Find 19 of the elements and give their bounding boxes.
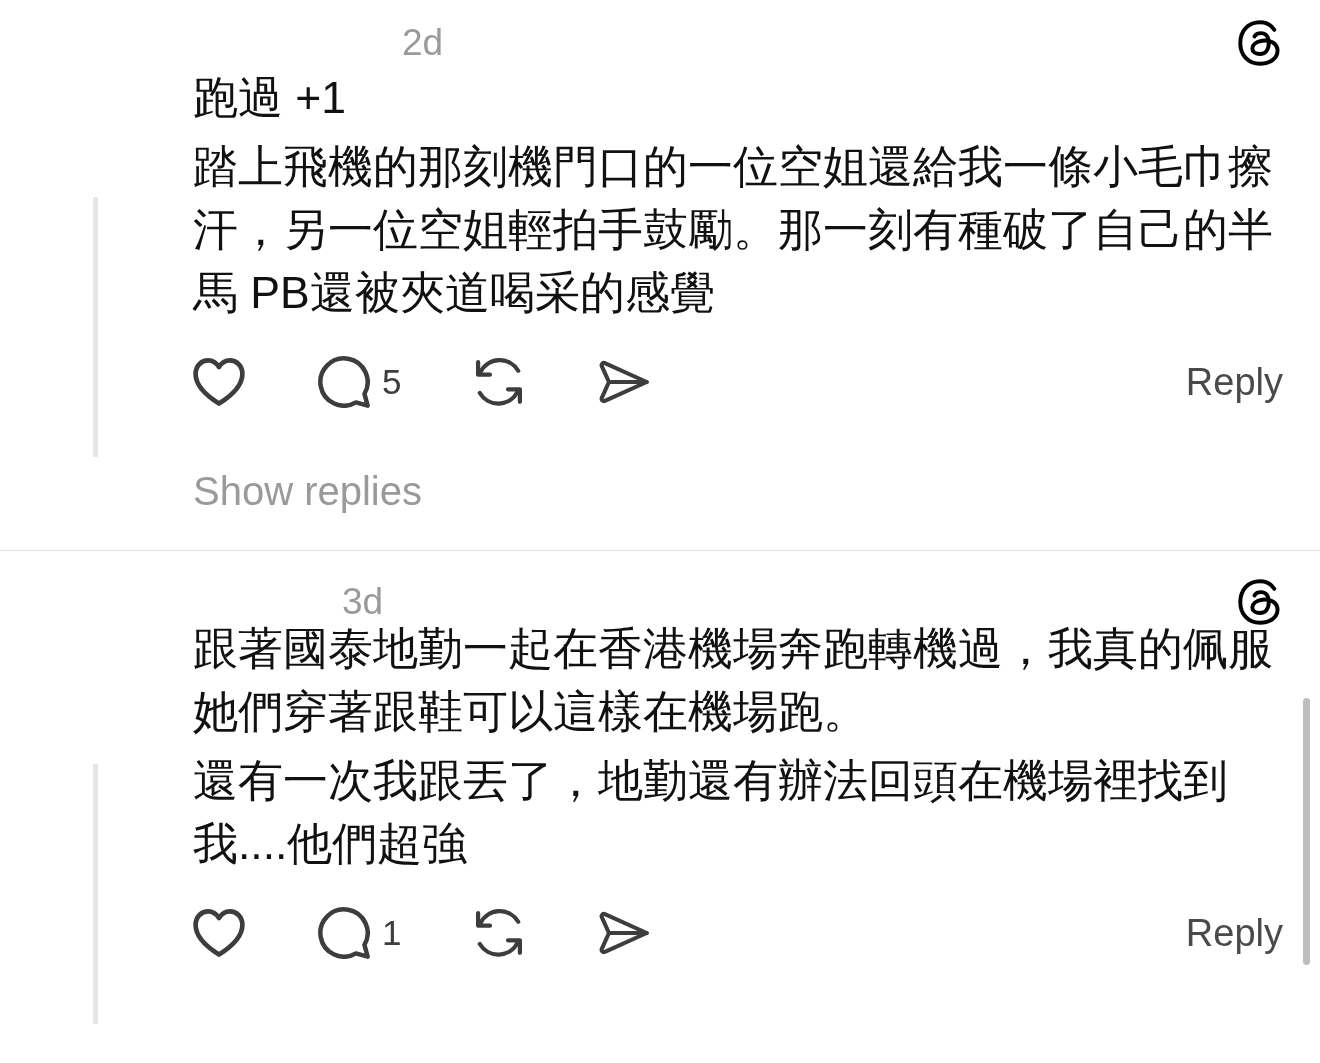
comment-button[interactable]: 1 bbox=[318, 907, 402, 959]
comment-text: 踏上飛機的那刻機門口的一位空姐還給我一條小毛巾擦汗，另一位空姐輕拍手鼓勵。那一刻有種破了自己的半馬 PB還被夾道喝采的感覺 bbox=[193, 141, 1274, 319]
comment-text: 跟著國泰地勤一起在香港機場奔跑轉機過，我真的佩服她們穿著跟鞋可以這樣在機場跑。 bbox=[193, 623, 1274, 738]
heart-icon bbox=[193, 358, 245, 406]
comment-text: 還有一次我跟丟了，地勤還有辦法回頭在機場裡找到我....他們超強 bbox=[193, 755, 1229, 870]
like-button[interactable] bbox=[193, 907, 245, 959]
scrollbar-thumb[interactable] bbox=[1303, 698, 1310, 965]
paper-plane-icon bbox=[599, 910, 650, 956]
speech-bubble-icon bbox=[318, 907, 370, 959]
post-time: 2d bbox=[402, 20, 444, 65]
post-time: 3d bbox=[342, 579, 384, 624]
like-button[interactable] bbox=[193, 356, 245, 408]
comment-text: 跑過 +1 bbox=[193, 72, 348, 124]
speech-bubble-icon bbox=[318, 356, 370, 408]
heart-icon bbox=[193, 909, 245, 957]
paper-plane-icon bbox=[599, 359, 650, 405]
comment-button[interactable]: 5 bbox=[318, 356, 402, 408]
reply-link[interactable]: Reply bbox=[1185, 359, 1283, 405]
reply-link[interactable]: Reply bbox=[1185, 910, 1283, 956]
